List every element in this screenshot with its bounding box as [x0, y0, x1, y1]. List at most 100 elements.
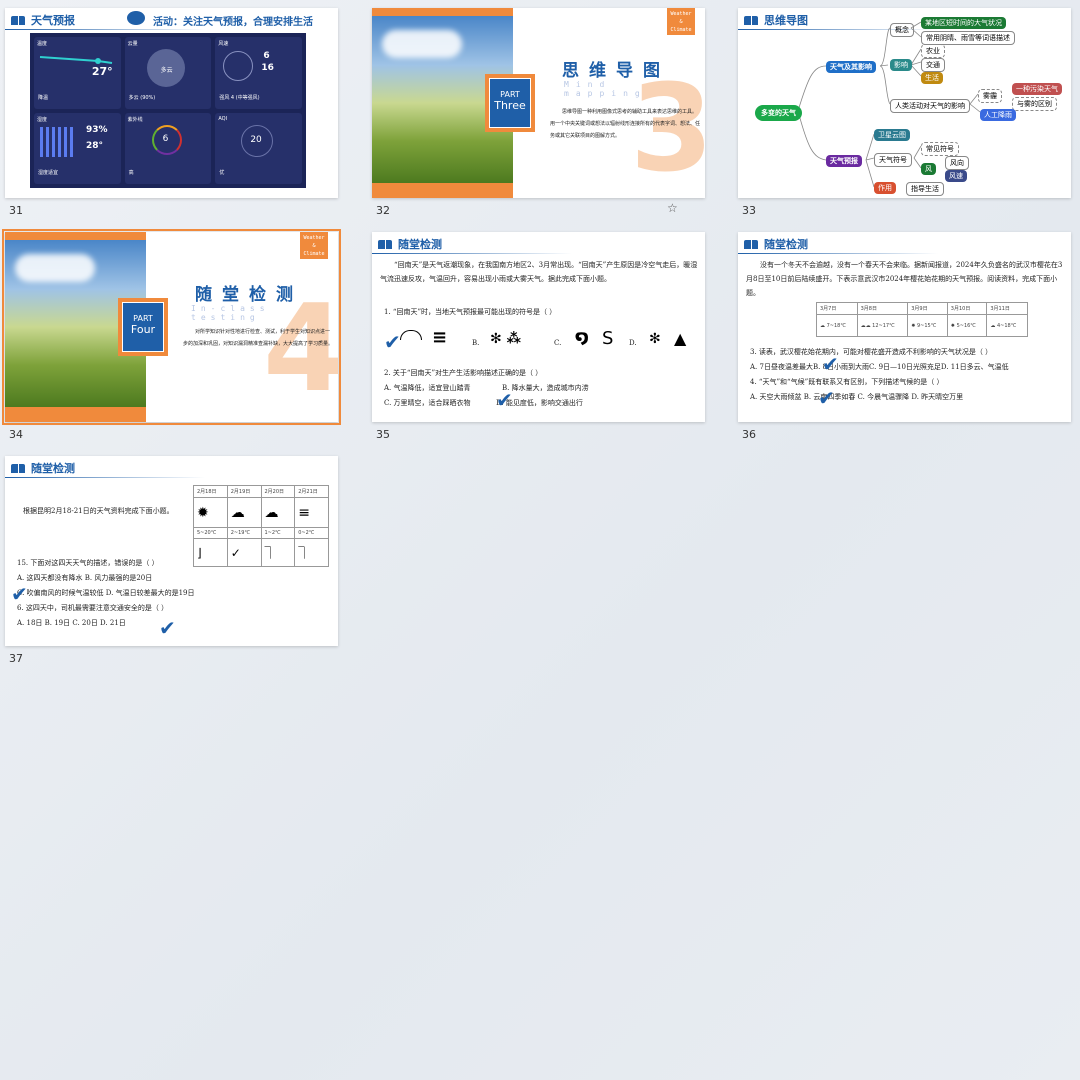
- mindmap-node: 与雾的区别: [1012, 97, 1057, 111]
- wind-symbol: ⌋: [193, 538, 228, 567]
- slide-header: 随堂检测: [11, 460, 75, 476]
- mindmap-node: 作用: [874, 182, 896, 194]
- answer-checkmark: ✔: [822, 352, 839, 376]
- book-icon: [378, 239, 392, 249]
- header-title: 随堂检测: [764, 238, 808, 251]
- slide-number: 31: [9, 204, 23, 217]
- weather-forecast-table: 3月7日 3月8日 3月9日 3月10日 3月11日 ☁ 7~18℃ ☁☁ 12~17℃ ✹…: [816, 302, 1028, 337]
- fog-symbol: ≡: [432, 327, 448, 348]
- mindmap-node: 人类活动对天气的影响: [890, 99, 970, 113]
- option-d-label: D.: [629, 339, 637, 347]
- divider: [5, 477, 205, 478]
- section-description: 对所学知识针对性地进行检查、测试，利于学生对知识点进一步的加深和巩固，对知识漏洞…: [183, 329, 334, 347]
- uv-card: 紫外线 6 高: [124, 112, 212, 184]
- wind-symbol: ⏋: [294, 538, 329, 567]
- wind-symbol: ⏋: [260, 538, 296, 567]
- question-4-options: A. 天空大雨倾盆 B. 云南四季如春 C. 今晨气温骤降 D. 昨天晴空万里: [750, 393, 964, 401]
- mindmap-node: 天气符号: [874, 153, 912, 167]
- slide-thumbnail-37[interactable]: 随堂检测 根据昆明2月18-21日的天气资料完成下面小题。 2月18日 2月19日…: [5, 456, 338, 646]
- slide-number: 36: [742, 428, 756, 441]
- mindmap-node: 概念: [890, 23, 914, 37]
- option-b-label: B.: [472, 339, 480, 347]
- mindmap-node: 卫星云图: [874, 129, 910, 141]
- mindmap-node: 常见符号: [921, 142, 959, 156]
- weather-dashboard: 温度 27° 降温 云量 多云 多云 (90%) 风速 6 16 强风 4 (中…: [30, 33, 306, 188]
- fog-icon: ≡: [294, 497, 329, 528]
- snow-symbol: ✻: [649, 331, 661, 347]
- answer-checkmark: ✔: [818, 386, 835, 410]
- mindmap-node: 影响: [890, 59, 912, 71]
- header-title: 随堂检测: [398, 238, 442, 251]
- temperature-card: 温度 27° 降温: [34, 37, 121, 109]
- wind-card: 风速 6 16 强风 4 (中等强风): [215, 37, 302, 109]
- star-icon[interactable]: ☆: [667, 201, 678, 215]
- slide-number: 35: [376, 428, 390, 441]
- mindmap-branch: 天气及其影响: [826, 61, 876, 73]
- option-c-label: C.: [554, 339, 562, 347]
- option-a: A. 气温降低，适宜登山踏青: [384, 384, 471, 392]
- section-title: 随堂检测: [195, 285, 303, 305]
- mindmap-node: 交通: [921, 58, 945, 72]
- mindmap-node: 风向: [945, 156, 969, 170]
- divider: [5, 29, 205, 30]
- mindmap-node: 人工降雨: [980, 109, 1016, 121]
- mindmap-node: 常用阴晴、雨雪等词语描述: [921, 31, 1015, 45]
- slide-thumbnail-34[interactable]: PART Four Weather & Climate 4 随堂检测 In-class…: [2, 229, 341, 425]
- question-1: 1. “回南天”时，当地天气预报最可能出现的符号是（ ）: [384, 308, 557, 316]
- book-icon: [744, 239, 758, 249]
- question-3: 3. 读表，武汉樱花始花期内，可能对樱花盛开造成不利影响的天气状况是（ ）: [750, 348, 993, 356]
- question-15-cd: C. 吹偏南风的时候气温较低 D. 气温日较差最大的是19日: [17, 589, 195, 597]
- question-intro: 根据昆明2月18-21日的天气资料完成下面小题。: [23, 507, 174, 515]
- question-intro: “回南天”是天气返潮现象，在我国南方地区2、3月常出现。“回南天”产生原因是冷空…: [380, 261, 698, 283]
- activity-title: 活动：关注天气预报，合理安排生活: [153, 17, 313, 28]
- slide-thumbnail-32[interactable]: PART Three Weather & Climate 3 思维导图 Mind ma…: [372, 8, 705, 198]
- cloud-card: 云量 多云 多云 (90%): [124, 37, 212, 109]
- book-icon: [11, 15, 25, 25]
- mindmap-node: 农业: [921, 44, 945, 58]
- weather-climate-badge: Weather & Climate: [300, 232, 328, 259]
- question-4: 4. “天气”和“气候”既有联系又有区别，下列描述气候的是（ ）: [750, 378, 944, 386]
- slide-number: 37: [9, 652, 23, 665]
- humidity-card: 湿度 93% 28° 湿度适宜: [34, 112, 121, 184]
- mindmap-node: 风: [921, 163, 936, 175]
- mindmap-node: 一种污染天气: [1012, 83, 1062, 95]
- weather-climate-badge: Weather & Climate: [667, 8, 695, 35]
- section-description: 思维导图一种利用图像式思考的辅助工具来表达思维的工具。用一个中央关键词或想法以辐…: [550, 109, 701, 139]
- mindmap-node: 指导生活: [906, 182, 944, 196]
- mindmap-node: 生活: [921, 72, 943, 84]
- slide-header: 天气预报: [11, 12, 75, 28]
- mindmap-node: 雾霾: [978, 89, 1002, 103]
- question-16-options: A. 18日 B. 19日 C. 20日 D. 21日: [17, 619, 126, 627]
- section-subtitle: Mind mapping: [564, 80, 647, 98]
- slide-header: 随堂检测: [744, 236, 808, 252]
- typhoon-symbol: ໑: [575, 327, 589, 348]
- question-2: 2. 关于“回南天”对生产生活影响描述正确的是（ ）: [384, 369, 543, 377]
- sunny-icon: ✹: [193, 497, 228, 528]
- question-15-ab: A. 这四天都没有降水 B. 风力最强的是20日: [17, 574, 153, 582]
- answer-checkmark: ✔: [159, 616, 176, 640]
- partly-cloudy-icon: ☁: [260, 497, 296, 528]
- book-icon: [11, 463, 25, 473]
- weather-data-table: 2月18日 2月19日 2月20日 2月21日 ✹ ☁ ☁ ≡ 5~20℃ 2~19℃ 1~2℃…: [193, 485, 329, 567]
- slide-number: 32: [376, 204, 390, 217]
- mindmap-branch: 天气预报: [826, 155, 862, 167]
- slide-number: 33: [742, 204, 756, 217]
- slide-thumbnail-35[interactable]: 随堂检测 “回南天”是天气返潮现象，在我国南方地区2、3月常出现。“回南天”产生…: [372, 232, 705, 422]
- activity-icon: [127, 11, 145, 25]
- slide-header: 随堂检测: [378, 236, 442, 252]
- mindmap-root: 多变的天气: [755, 105, 802, 121]
- option-c: C. 万里晴空，适合踩晒衣物: [384, 399, 471, 407]
- divider: [738, 253, 938, 254]
- hail-symbol: ▲: [674, 329, 687, 348]
- header-title: 天气预报: [31, 14, 75, 27]
- slide-thumbnail-31[interactable]: 天气预报 活动：关注天气预报，合理安排生活 温度 27° 降温 云量 多云 多云…: [5, 8, 338, 198]
- sandstorm-symbol: S: [602, 328, 614, 349]
- slide-number: 34: [9, 428, 23, 441]
- snow-symbol: ✻ ⁂: [490, 331, 521, 347]
- answer-checkmark: ✔: [384, 330, 401, 354]
- part-box: PART Three: [485, 74, 535, 132]
- header-title: 随堂检测: [31, 462, 75, 475]
- slide-thumbnail-33[interactable]: 思维导图 多变的天气 天气及其影响 天气预报 概念 某地区短时间的大气状况 常用…: [738, 8, 1071, 198]
- slide-thumbnail-36[interactable]: 随堂检测 没有一个冬天不会逾越，没有一个春天不会来临。据新闻报道，2024年久负…: [738, 232, 1071, 422]
- mindmap-node: 风速: [945, 170, 967, 182]
